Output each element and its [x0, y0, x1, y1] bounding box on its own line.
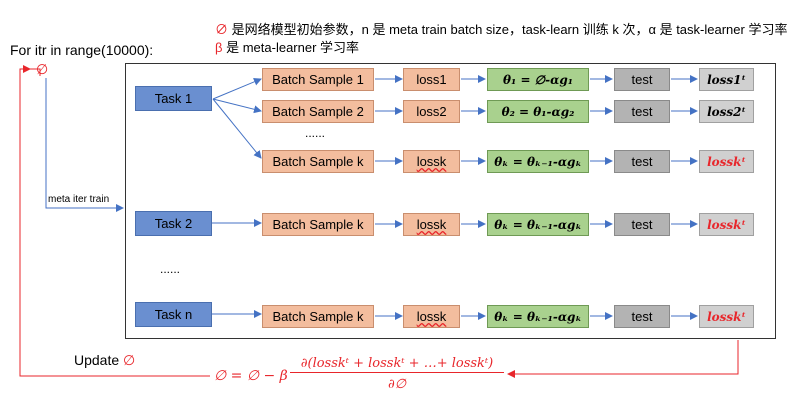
theta-update-box: θ₂ = θ₁-αg₂ [487, 100, 589, 123]
test-loss-box: losskᵗ [699, 213, 754, 236]
loss-label: lossk [416, 217, 447, 232]
update-phi: ∅ [123, 352, 136, 368]
test-box: test [614, 213, 670, 236]
loss-box: lossk [403, 150, 460, 173]
loss-label: lossk [416, 154, 447, 169]
test-box: test [614, 150, 670, 173]
test-loss-box: loss2ᵗ [699, 100, 754, 123]
task-1-box: Task 1 [135, 86, 212, 111]
theta-update-box: θₖ = θₖ₋₁-αgₖ [487, 150, 589, 173]
batch-sample-box: Batch Sample 1 [262, 68, 374, 91]
row-ellipsis: ...... [305, 126, 326, 140]
batch-sample-box: Batch Sample k [262, 305, 374, 328]
batch-sample-box: Batch Sample k [262, 150, 374, 173]
test-loss-box: losskᵗ [699, 305, 754, 328]
test-box: test [614, 100, 670, 123]
theta-update-box: θₖ = θₖ₋₁-αgₖ [487, 213, 589, 236]
test-loss-box: losskᵗ [699, 150, 754, 173]
task-n-box: Task n [135, 302, 212, 327]
formula-denominator: ∂∅ [387, 377, 407, 392]
loss-box: loss2 [403, 100, 460, 123]
formula-numerator: ∂(losskᵗ + losskᵗ + …+ losskᵗ) [290, 356, 504, 373]
connector-lines [19, 65, 739, 378]
loss-box: lossk [403, 213, 460, 236]
loss-label: lossk [416, 309, 447, 324]
loss-box: loss1 [403, 68, 460, 91]
test-loss-box: loss1ᵗ [699, 68, 754, 91]
update-label: Update ∅ [74, 352, 135, 369]
task-2-box: Task 2 [135, 211, 212, 236]
update-text: Update [74, 352, 120, 368]
update-formula-lhs: ∅ = ∅ − β [214, 368, 288, 384]
test-box: test [614, 68, 670, 91]
task-ellipsis: ...... [160, 262, 181, 276]
batch-sample-box: Batch Sample k [262, 213, 374, 236]
theta-update-box: θₖ = θₖ₋₁-αgₖ [487, 305, 589, 328]
theta-update-box: θ₁ = ∅-αg₁ [487, 68, 589, 91]
test-box: test [614, 305, 670, 328]
meta-iter-arrow [45, 78, 124, 212]
batch-sample-box: Batch Sample 2 [262, 100, 374, 123]
loss-box: lossk [403, 305, 460, 328]
update-loop-right [507, 340, 739, 378]
